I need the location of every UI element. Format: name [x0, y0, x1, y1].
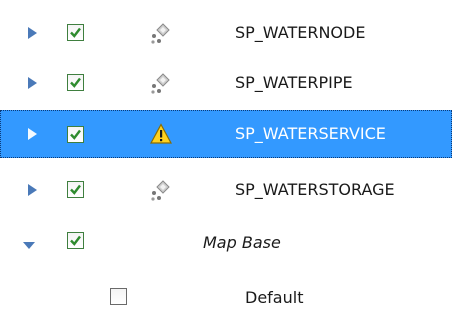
- layer-label: SP_WATERSTORAGE: [235, 180, 395, 199]
- visibility-checkbox[interactable]: [67, 126, 84, 143]
- layer-node-icon: [151, 73, 170, 94]
- expand-arrow-icon[interactable]: [24, 25, 40, 41]
- expand-arrow-icon[interactable]: [24, 182, 40, 198]
- expand-arrow-icon[interactable]: [24, 126, 40, 142]
- layer-label: SP_WATERPIPE: [235, 73, 353, 92]
- layer-label: SP_WATERNODE: [235, 23, 366, 42]
- expand-arrow-icon[interactable]: [24, 75, 40, 91]
- layer-node-icon: [151, 180, 170, 201]
- warning-icon: [150, 123, 172, 144]
- collapse-arrow-icon[interactable]: [21, 237, 37, 253]
- tree-row-default[interactable]: Default: [0, 273, 452, 323]
- visibility-checkbox[interactable]: [67, 24, 84, 41]
- visibility-checkbox[interactable]: [67, 232, 84, 249]
- visibility-checkbox[interactable]: [67, 181, 84, 198]
- layer-tree: SP_WATERNODE SP_WATERPIPE SP_WATERSERVIC…: [0, 0, 452, 323]
- tree-row-sp-waternode[interactable]: SP_WATERNODE: [0, 8, 452, 58]
- visibility-checkbox[interactable]: [67, 74, 84, 91]
- layer-node-icon: [151, 23, 170, 44]
- tree-row-sp-waterpipe[interactable]: SP_WATERPIPE: [0, 58, 452, 108]
- layer-label: Default: [245, 288, 304, 307]
- tree-row-map-base[interactable]: Map Base: [0, 218, 452, 268]
- visibility-checkbox[interactable]: [110, 288, 127, 305]
- tree-row-sp-waterservice[interactable]: SP_WATERSERVICE: [0, 110, 452, 158]
- tree-row-sp-waterstorage[interactable]: SP_WATERSTORAGE: [0, 165, 452, 215]
- group-label: Map Base: [203, 233, 281, 252]
- layer-label: SP_WATERSERVICE: [235, 124, 386, 143]
